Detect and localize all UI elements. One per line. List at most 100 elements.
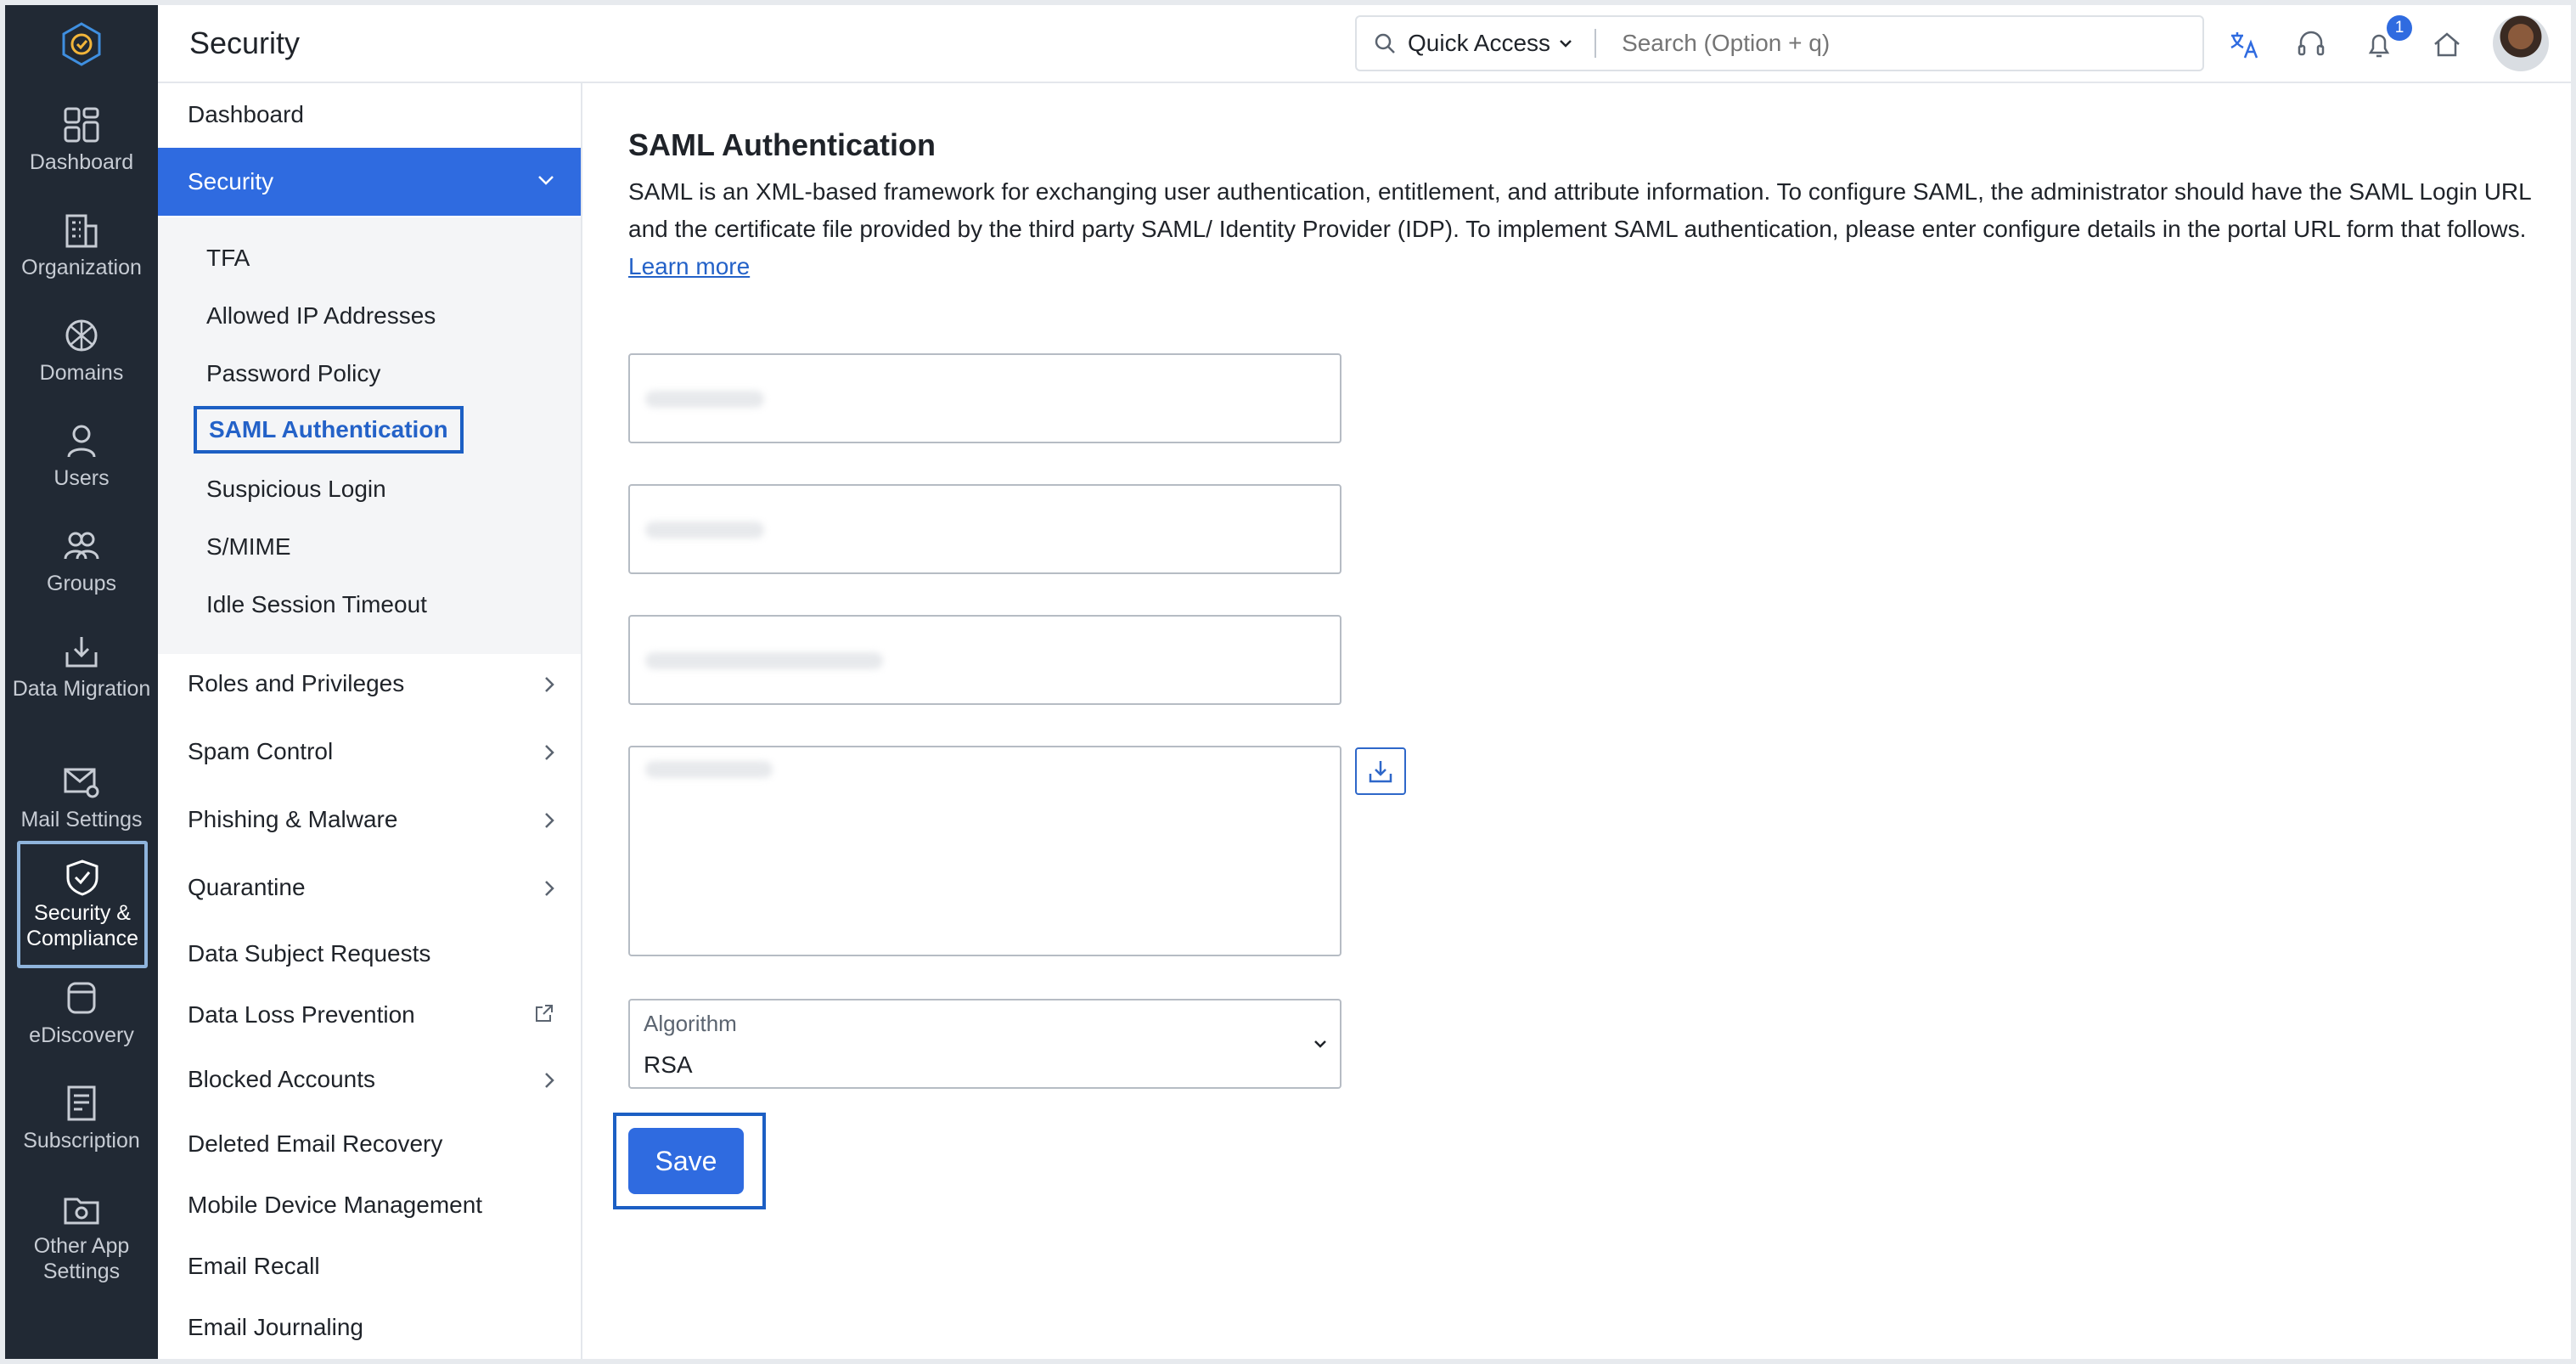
subnav-item-smime[interactable]: S/MIME: [206, 533, 291, 561]
rail-domains[interactable]: Domains: [5, 316, 158, 386]
subnav-label: Roles and Privileges: [188, 670, 405, 696]
algorithm-select[interactable]: Algorithm RSA: [628, 999, 1341, 1089]
rail-data-migration[interactable]: Data Migration: [5, 632, 158, 702]
blurred-placeholder: [645, 521, 764, 538]
chevron-right-icon: [545, 677, 554, 692]
subnav-item-idle-session-timeout[interactable]: Idle Session Timeout: [206, 591, 427, 618]
subnav-roles-privileges[interactable]: Roles and Privileges: [158, 652, 581, 715]
user-icon: [67, 425, 96, 458]
subnav-label: Quarantine: [188, 874, 306, 900]
password-url-field[interactable]: [628, 615, 1341, 705]
subnav-item-saml-authentication[interactable]: SAML Authentication: [194, 406, 464, 454]
subnav-security[interactable]: Security: [158, 148, 581, 216]
section-title: SAML Authentication: [628, 127, 936, 162]
subnav-label: Data Subject Requests: [188, 940, 431, 967]
domains-icon: [65, 319, 98, 352]
learn-more-link[interactable]: Learn more: [628, 253, 750, 279]
rail-subscription[interactable]: Subscription: [5, 1084, 158, 1153]
section-description: SAML is an XML-based framework for excha…: [628, 173, 2556, 285]
subnav-data-loss-prevention[interactable]: Data Loss Prevention: [158, 984, 581, 1046]
login-url-field[interactable]: [628, 353, 1341, 443]
language-icon[interactable]: [2226, 27, 2260, 61]
upload-icon: [1369, 761, 1392, 783]
blurred-placeholder: [645, 652, 883, 669]
search-divider: [1595, 29, 1597, 58]
external-link-icon: [536, 1005, 553, 1022]
rail-label: Dashboard: [29, 150, 134, 174]
rail-label: Security & Compliance: [25, 901, 138, 950]
quick-access-dropdown[interactable]: Quick Access: [1408, 30, 1572, 57]
subnav-item-tfa[interactable]: TFA: [206, 245, 250, 272]
search-bar[interactable]: Quick Access: [1355, 15, 2204, 71]
rail-dashboard[interactable]: Dashboard: [5, 105, 158, 175]
avatar[interactable]: [2493, 15, 2549, 71]
rail-label: Data Migration: [12, 677, 151, 701]
shield-check-icon: [66, 860, 98, 896]
chevron-down-icon: [1314, 1040, 1326, 1048]
notification-badge: 1: [2387, 15, 2412, 41]
quick-access-label: Quick Access: [1408, 30, 1551, 56]
save-button[interactable]: Save: [628, 1128, 744, 1194]
chevron-right-icon: [545, 745, 554, 760]
chevron-right-icon: [545, 1073, 554, 1088]
subnav-email-journaling[interactable]: Email Journaling: [158, 1296, 581, 1359]
subnav-deleted-email-recovery[interactable]: Deleted Email Recovery: [158, 1113, 581, 1175]
save-highlight: Save: [613, 1113, 766, 1209]
chevron-right-icon: [545, 813, 554, 828]
subnav-data-subject-requests[interactable]: Data Subject Requests: [158, 922, 581, 985]
data-migration-icon: [65, 637, 98, 668]
logout-url-field[interactable]: [628, 484, 1341, 574]
home-icon[interactable]: [2430, 27, 2464, 61]
organization-icon: [65, 214, 98, 248]
search-icon: [1375, 33, 1395, 54]
rail-ediscovery[interactable]: eDiscovery: [5, 978, 158, 1048]
subscription-icon: [67, 1085, 96, 1121]
chevron-down-icon: [1560, 40, 1572, 48]
dashboard-icon: [64, 107, 99, 143]
subnav-item-password-policy[interactable]: Password Policy: [206, 360, 380, 387]
subnav-label: Dashboard: [188, 101, 304, 127]
rail-label: Other App Settings: [33, 1234, 130, 1283]
subnav-label: Blocked Accounts: [188, 1066, 376, 1092]
rail-label: Organization: [21, 256, 142, 279]
support-headset-icon[interactable]: [2294, 27, 2328, 61]
rail-groups[interactable]: Groups: [5, 527, 158, 596]
algorithm-label: Algorithm: [644, 1011, 737, 1036]
rail-label: Groups: [47, 572, 116, 595]
app-rail: Dashboard Organization Domains Users Gro…: [5, 5, 158, 1359]
subnav-item-allowed-ip[interactable]: Allowed IP Addresses: [206, 302, 436, 330]
rail-security-compliance[interactable]: Security & Compliance: [17, 841, 148, 968]
ediscovery-icon: [67, 982, 96, 1014]
description-text: SAML is an XML-based framework for excha…: [628, 178, 2531, 242]
subnav-phishing-malware[interactable]: Phishing & Malware: [158, 788, 581, 851]
subnav-email-recall[interactable]: Email Recall: [158, 1235, 581, 1298]
main-content: SAML Authentication SAML is an XML-based…: [584, 83, 2571, 1359]
subnav-label: Deleted Email Recovery: [188, 1130, 443, 1157]
subnav-dashboard[interactable]: Dashboard: [158, 83, 581, 146]
subnav-quarantine[interactable]: Quarantine: [158, 856, 581, 919]
subnav-blocked-accounts[interactable]: Blocked Accounts: [158, 1048, 581, 1111]
secondary-nav: Dashboard Security TFA Allowed IP Addres…: [158, 83, 582, 1359]
rail-label: Subscription: [23, 1129, 140, 1153]
app-logo-icon[interactable]: [5, 5, 158, 83]
rail-other-app-settings[interactable]: Other App Settings: [5, 1189, 158, 1284]
subnav-spam-control[interactable]: Spam Control: [158, 720, 581, 783]
groups-icon: [64, 532, 99, 560]
app-settings-icon: [64, 1198, 99, 1225]
rail-mail-settings[interactable]: Mail Settings: [5, 763, 158, 832]
upload-button[interactable]: [1355, 747, 1406, 795]
rail-label: Users: [53, 466, 110, 490]
public-key-field[interactable]: [628, 746, 1341, 956]
subnav-label: Spam Control: [188, 738, 334, 764]
rail-label: eDiscovery: [29, 1023, 134, 1047]
top-header: Security Quick Access 1: [158, 5, 2571, 83]
subnav-item-suspicious-login[interactable]: Suspicious Login: [206, 476, 386, 503]
search-input[interactable]: [1622, 30, 2132, 57]
mail-settings-icon: [64, 768, 99, 798]
subnav-label: Email Journaling: [188, 1314, 363, 1340]
algorithm-value: RSA: [644, 1051, 693, 1078]
rail-users[interactable]: Users: [5, 421, 158, 491]
rail-organization[interactable]: Organization: [5, 211, 158, 280]
subnav-mobile-device-management[interactable]: Mobile Device Management: [158, 1174, 581, 1237]
app-window: Dashboard Organization Domains Users Gro…: [5, 5, 2571, 1359]
